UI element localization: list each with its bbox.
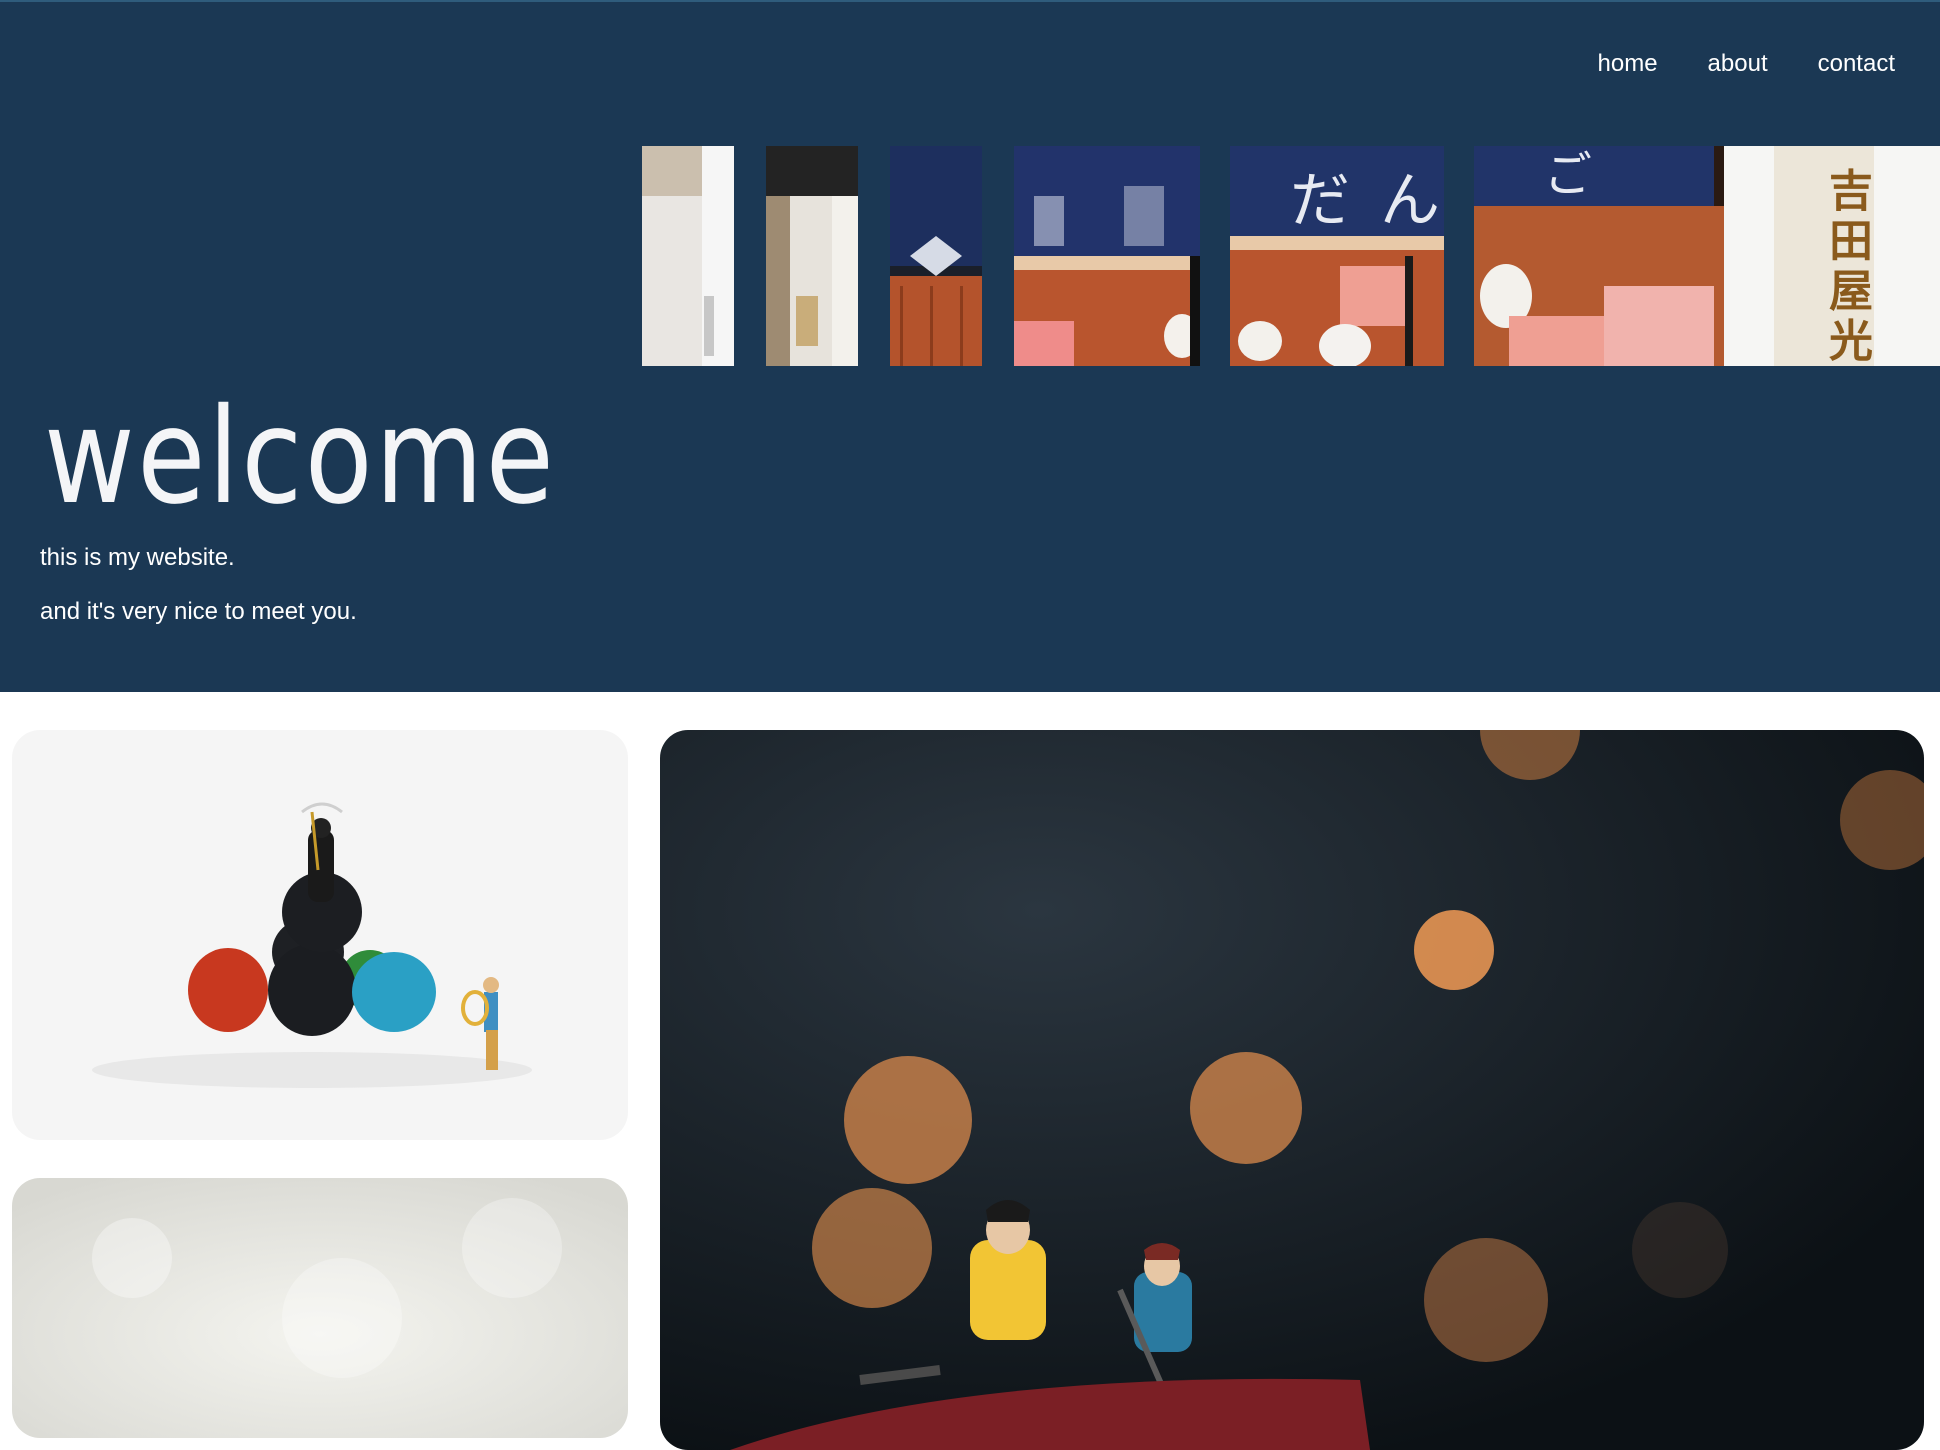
svg-text:屋: 屋 xyxy=(1829,266,1873,317)
page-title: welcome xyxy=(44,380,557,534)
svg-text:光: 光 xyxy=(1829,316,1873,366)
gallery-photo-rowing-boat[interactable] xyxy=(660,730,1924,1450)
tagline-line-1: this is my website. xyxy=(40,544,235,571)
photo-strip-slice: だ ん xyxy=(1230,146,1444,366)
hero-banner: home about contact だ ん ご 吉 田 屋 光 welcome… xyxy=(0,0,1940,692)
svg-text:ん: ん xyxy=(1380,166,1440,236)
svg-text:田: 田 xyxy=(1829,216,1873,267)
svg-text:ご: ご xyxy=(1544,147,1592,203)
nav-home-link[interactable]: home xyxy=(1598,50,1658,78)
top-nav: home about contact xyxy=(1598,50,1896,78)
photo-strip-slice xyxy=(1014,146,1200,366)
photo-strip-slice: ご 吉 田 屋 光 xyxy=(1474,146,1940,366)
gallery-photo-white-texture[interactable] xyxy=(12,1178,628,1438)
svg-text:だ: だ xyxy=(1290,166,1350,236)
gallery-photo-candy-figures[interactable] xyxy=(12,730,628,1140)
svg-text:吉: 吉 xyxy=(1829,166,1873,217)
photo-strip-slice xyxy=(890,146,982,366)
nav-about-link[interactable]: about xyxy=(1708,50,1768,78)
nav-contact-link[interactable]: contact xyxy=(1818,50,1895,78)
photo-strip-slice xyxy=(642,146,734,366)
tagline-line-2: and it's very nice to meet you. xyxy=(40,598,357,625)
photo-strip-slice xyxy=(766,146,858,366)
